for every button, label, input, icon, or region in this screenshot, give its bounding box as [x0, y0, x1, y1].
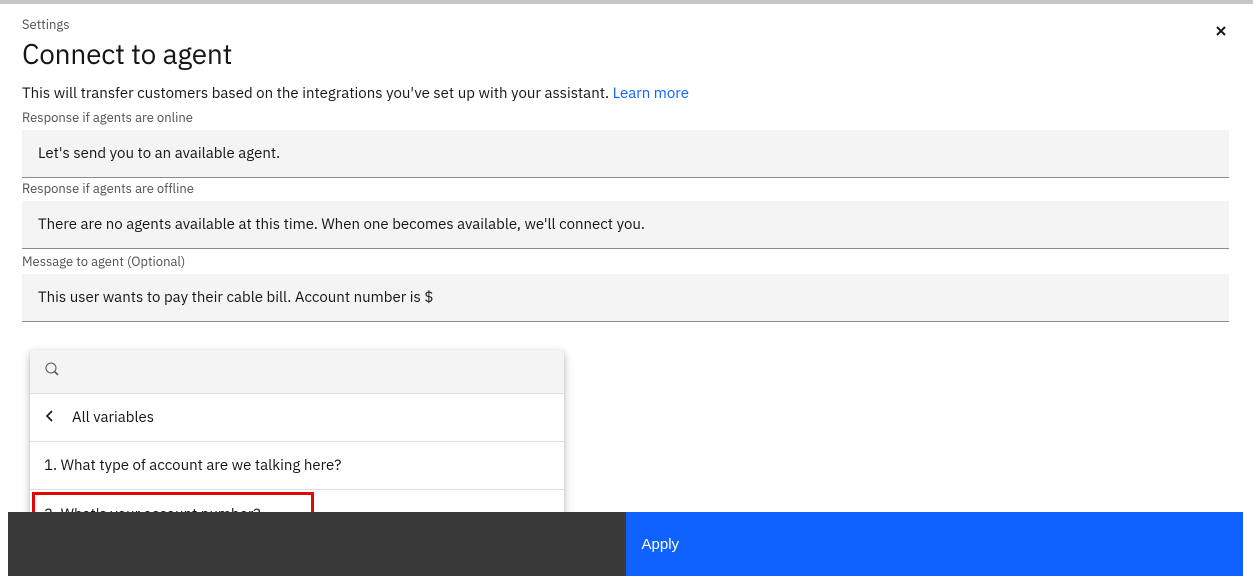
modal-header: Settings Connect to agent — [8, 4, 1243, 84]
close-button[interactable] — [1205, 16, 1237, 48]
variable-picker-dropdown: All variables 1. What type of account ar… — [30, 350, 564, 538]
dropdown-item-account-type[interactable]: 1. What type of account are we talking h… — [30, 442, 564, 490]
field-offline: Response if agents are offline — [8, 178, 1243, 249]
field-label-message: Message to agent (Optional) — [22, 253, 1229, 270]
dropdown-back-all-variables[interactable]: All variables — [30, 394, 564, 442]
modal-footer: Apply — [8, 512, 1243, 576]
search-icon — [44, 361, 60, 382]
chevron-left-icon — [44, 408, 72, 427]
description-text: This will transfer customers based on th… — [22, 84, 609, 103]
dropdown-search-row — [30, 350, 564, 394]
input-message-to-agent[interactable] — [22, 274, 1229, 322]
input-online-response[interactable] — [22, 130, 1229, 178]
connect-to-agent-modal: Settings Connect to agent This will tran… — [8, 4, 1243, 576]
dropdown-item-label: 1. What type of account are we talking h… — [44, 456, 341, 475]
description: This will transfer customers based on th… — [8, 84, 1243, 107]
breadcrumb: Settings — [22, 16, 1229, 33]
field-label-online: Response if agents are online — [22, 109, 1229, 126]
apply-button[interactable]: Apply — [626, 512, 1244, 576]
field-label-offline: Response if agents are offline — [22, 180, 1229, 197]
field-online: Response if agents are online — [8, 107, 1243, 178]
learn-more-link[interactable]: Learn more — [613, 84, 689, 103]
field-message: Message to agent (Optional) — [8, 251, 1243, 322]
dropdown-back-label: All variables — [72, 408, 154, 427]
page-title: Connect to agent — [22, 35, 1229, 72]
cancel-button[interactable] — [8, 512, 626, 576]
dropdown-search-input[interactable] — [70, 363, 550, 381]
input-offline-response[interactable] — [22, 201, 1229, 249]
close-icon — [1213, 23, 1229, 42]
